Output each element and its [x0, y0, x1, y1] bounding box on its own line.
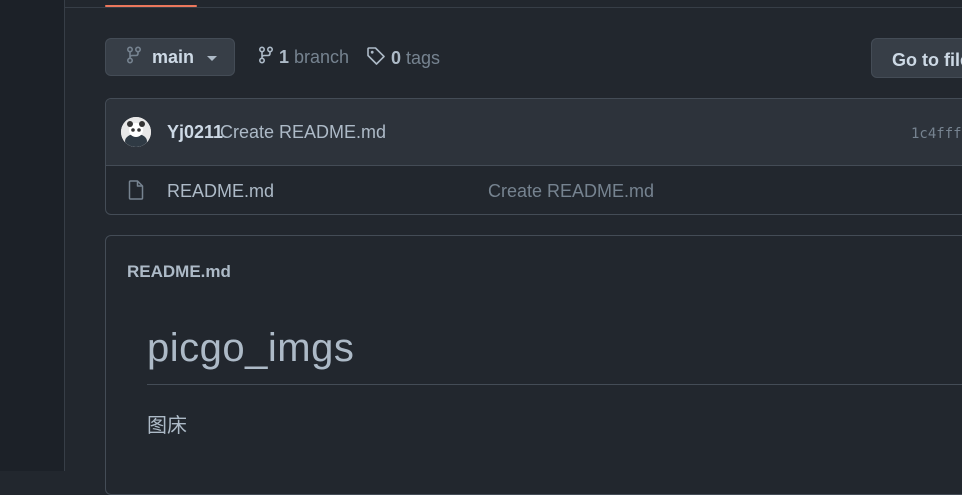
tags-link[interactable]: 0 tags [366, 46, 440, 71]
commit-message[interactable]: Create README.md [220, 122, 386, 143]
branch-select-button[interactable]: main [105, 38, 235, 76]
divider [147, 384, 962, 385]
latest-commit-row: Yj0211 Create README.md 1c4fff0 [106, 99, 962, 166]
tag-icon [366, 46, 386, 71]
go-to-file-button[interactable]: Go to file [871, 38, 962, 78]
left-rail [0, 0, 65, 471]
top-divider [65, 7, 962, 8]
commit-sha[interactable]: 1c4fff0 [911, 126, 962, 142]
readme-title: picgo_imgs [147, 326, 355, 370]
git-branch-icon [258, 46, 274, 69]
branches-link[interactable]: 1 branch [258, 46, 349, 69]
branch-label: branch [294, 47, 350, 67]
file-name[interactable]: README.md [167, 181, 274, 202]
branch-name: main [152, 46, 195, 67]
list-item[interactable]: README.md Create README.md [106, 166, 962, 214]
active-tab-underline [105, 5, 197, 7]
readme-header[interactable]: README.md [127, 262, 231, 282]
tag-count: 0 [391, 48, 402, 68]
readme-body: 图床 [147, 415, 187, 437]
commit-author[interactable]: Yj0211 [167, 122, 223, 143]
file-list: Yj0211 Create README.md 1c4fff0 README.m… [105, 98, 962, 215]
tag-label: tags [406, 48, 441, 68]
file-commit-message[interactable]: Create README.md [488, 181, 654, 202]
avatar[interactable] [121, 117, 151, 147]
git-branch-icon [126, 45, 142, 69]
chevron-down-icon [207, 55, 218, 61]
readme-panel: README.md picgo_imgs 图床 [105, 235, 962, 495]
branch-count: 1 [279, 47, 290, 67]
file-icon [128, 180, 144, 205]
